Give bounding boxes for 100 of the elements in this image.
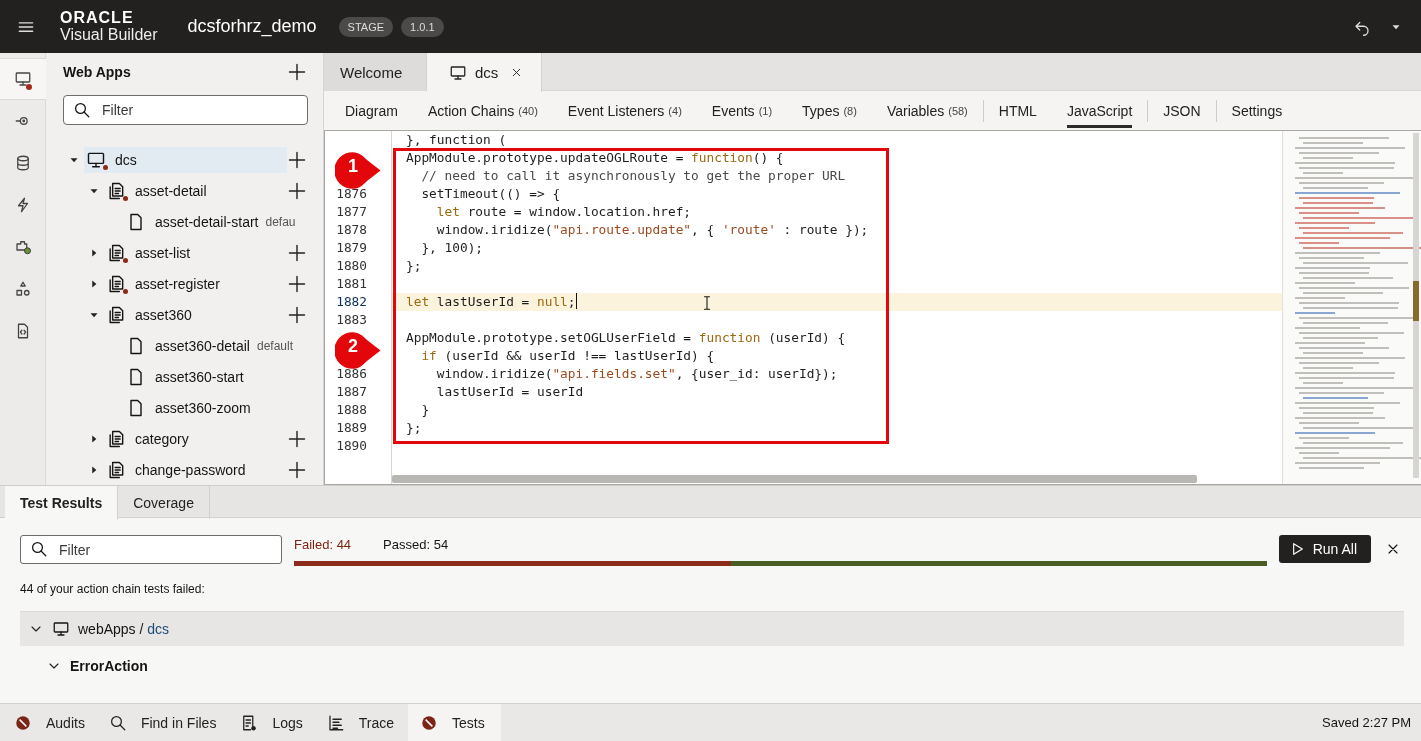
editor-subtab[interactable]: Diagram	[330, 91, 413, 130]
list-icon	[326, 713, 345, 732]
line-number: 1882	[335, 293, 368, 311]
line-number: 1890	[335, 437, 368, 455]
code-line: }, 100);	[420, 239, 484, 257]
editor-subtab[interactable]: Action Chains (40)	[412, 91, 553, 130]
status-tab[interactable]: Tests	[408, 704, 501, 741]
filter-field[interactable]: Filter	[63, 95, 308, 125]
line-number: 1888	[335, 401, 368, 419]
shapes-icon	[14, 280, 32, 298]
tree-item[interactable]: asset-list	[104, 239, 287, 266]
panel-title: Web Apps	[63, 64, 132, 80]
editor-subtab[interactable]: HTML	[983, 91, 1052, 130]
tree-item[interactable]: asset-detail	[104, 177, 287, 204]
line-number: 1878	[335, 221, 368, 239]
search-icon	[73, 101, 91, 119]
line-number: 1881	[335, 275, 368, 293]
code-line: window.iridize("api.fields.set", {user_id: userId});	[435, 365, 838, 383]
status-tab[interactable]: Logs	[230, 704, 313, 741]
version-badge: STAGE	[338, 16, 394, 37]
panel-tab[interactable]: Coverage	[118, 486, 210, 519]
status-tab[interactable]: Audits	[4, 704, 95, 741]
result-link[interactable]: dcs	[147, 621, 170, 637]
plus-icon	[287, 242, 307, 263]
text-cursor-icon	[702, 295, 712, 311]
status-tab[interactable]: Find in Files	[98, 704, 227, 741]
text-cursor	[575, 293, 578, 309]
code-line: };	[406, 257, 422, 275]
add-button[interactable]	[287, 428, 307, 449]
plus-icon	[287, 149, 307, 170]
code-line: if (userId && userId !== lastUserId) {	[420, 347, 715, 365]
status-tab[interactable]: Trace	[316, 704, 405, 741]
filter-field[interactable]: Filter	[20, 535, 282, 564]
add-button[interactable]	[287, 304, 307, 325]
logo-text: ORACLE	[60, 10, 135, 26]
tree-item[interactable]: change-password	[104, 456, 287, 483]
tree-item[interactable]: dcs	[84, 146, 287, 173]
monitor-icon	[52, 620, 70, 638]
code-line: }, function (	[406, 131, 507, 149]
editor-subtab[interactable]: Event Listeners (4)	[552, 91, 697, 130]
code-line: AppModule.prototype.updateOGLRoute = function() {	[406, 149, 784, 167]
scrollbar[interactable]	[392, 475, 1197, 483]
save-status: Saved 2:27 PM	[1322, 715, 1411, 730]
code-line: let lastUserId = null;	[406, 293, 576, 311]
product-name: Visual Builder	[60, 27, 158, 43]
line-number: 1877	[335, 203, 368, 221]
add-button[interactable]	[287, 242, 307, 263]
tree-item[interactable]: category	[104, 425, 287, 452]
panel-tab[interactable]: Test Results	[5, 486, 119, 520]
documents-icon	[106, 242, 126, 263]
editor-subtab[interactable]: JavaScript	[1051, 91, 1148, 130]
add-button[interactable]	[287, 273, 307, 294]
documents-icon	[106, 273, 126, 294]
code-line: window.iridize("api.route.update", { 'route' : route });	[435, 221, 869, 239]
search-icon	[30, 540, 48, 558]
document-icon	[240, 713, 259, 732]
add-button[interactable]	[287, 149, 307, 170]
monitor-icon	[14, 70, 32, 88]
code-line: setTimeout(() => {	[420, 185, 561, 203]
rail-button[interactable]	[0, 58, 46, 100]
code-line: };	[406, 419, 422, 437]
code-line: lastUserId = userId	[435, 383, 584, 401]
line-number: 1886	[335, 365, 368, 383]
error-icon	[14, 713, 32, 732]
code-line: let route = window.location.href;	[435, 203, 692, 221]
line-number: 1876	[335, 185, 368, 203]
version-badge: 1.0.1	[401, 16, 444, 37]
tree-item[interactable]: asset360	[104, 301, 287, 328]
failed-count: Failed: 44	[294, 537, 352, 554]
editor-subtab[interactable]: JSON	[1148, 91, 1216, 130]
tree-item[interactable]: asset-register	[104, 270, 287, 297]
tree-item[interactable]: asset360-start	[124, 363, 307, 390]
plus-icon	[287, 428, 307, 449]
line-number: 1880	[335, 257, 368, 275]
editor-tab[interactable]: dcs	[427, 53, 543, 92]
run-all-button[interactable]: Run All	[1278, 535, 1371, 563]
editor-tab[interactable]: Welcome	[324, 53, 427, 91]
result-item[interactable]: ErrorAction	[70, 658, 148, 674]
app-name: dcsforhrz_demo	[187, 16, 317, 37]
line-number: 1887	[335, 383, 368, 401]
tree-item[interactable]: asset360-detail default	[124, 332, 307, 359]
result-path: webApps / dcs	[78, 621, 170, 637]
documents-icon	[106, 428, 126, 449]
editor-subtab[interactable]: Settings	[1216, 91, 1298, 130]
code-line: // need to call it asynchronously to get the proper URL	[420, 167, 846, 185]
editor-subtab[interactable]: Variables (58)	[871, 91, 983, 130]
editor-subtab[interactable]: Events (1)	[696, 91, 788, 130]
search-icon	[108, 713, 127, 732]
tree-item[interactable]: asset360-zoom	[124, 394, 307, 421]
default-tag: default	[256, 338, 293, 353]
editor-subtab[interactable]: Types (8)	[787, 91, 872, 130]
error-icon	[420, 713, 439, 732]
plus-icon	[287, 180, 307, 201]
add-button[interactable]	[287, 459, 307, 480]
plus-icon	[287, 273, 307, 294]
default-tag: defau	[265, 214, 296, 229]
add-button[interactable]	[287, 180, 307, 201]
documents-icon	[106, 304, 126, 325]
tree-item[interactable]: asset-detail-start defau	[124, 208, 307, 235]
add-button[interactable]	[287, 62, 307, 82]
